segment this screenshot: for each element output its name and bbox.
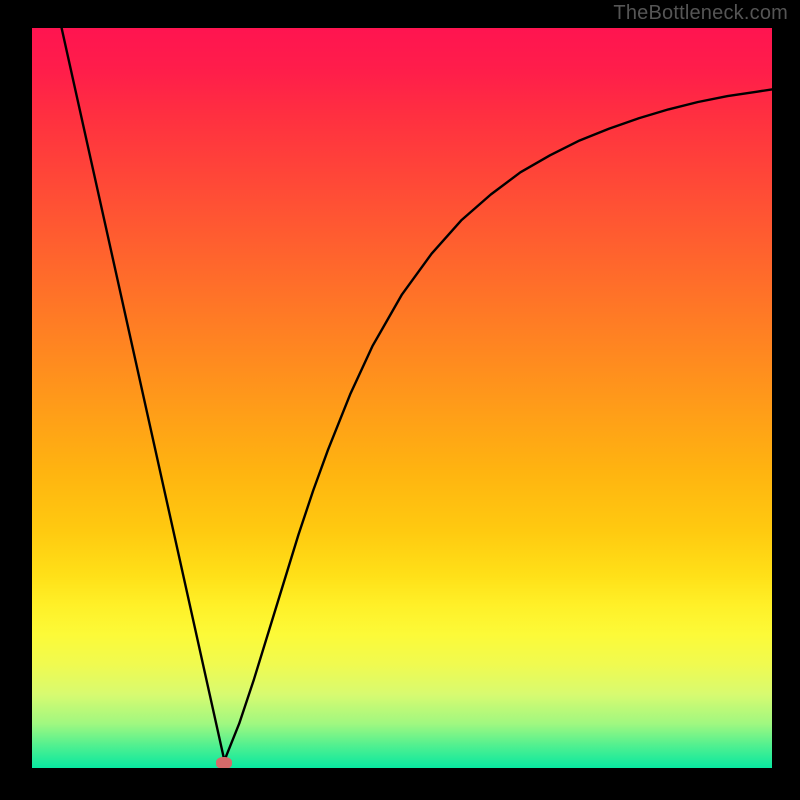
- bottleneck-curve: [32, 28, 772, 768]
- chart-frame: TheBottleneck.com: [0, 0, 800, 800]
- plot-area: [32, 28, 772, 768]
- optimal-point-marker: [216, 757, 232, 768]
- watermark-text: TheBottleneck.com: [613, 2, 788, 25]
